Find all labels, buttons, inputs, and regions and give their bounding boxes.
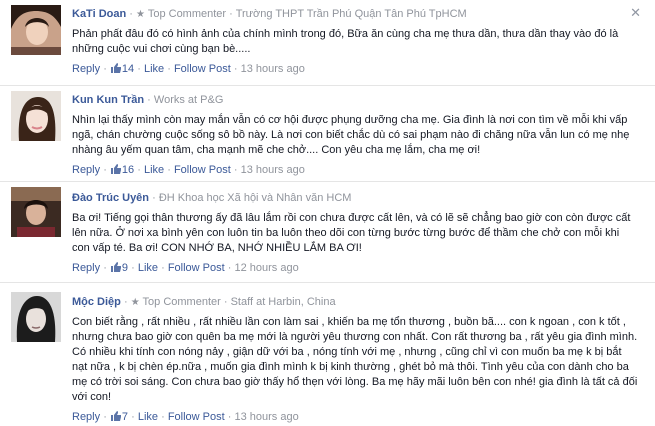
comment: KaTi Doan · ★ Top Commenter · Trường THP… [0, 0, 655, 84]
avatar[interactable] [11, 187, 61, 237]
comment-timestamp[interactable]: 13 hours ago [234, 411, 298, 423]
comment-text: Phản phất đâu đó có hình ảnh của chính m… [72, 28, 619, 55]
like-link[interactable]: Like [144, 164, 164, 176]
follow-post-link[interactable]: Follow Post [168, 262, 225, 274]
commenter-affiliation[interactable]: Works at P&G [154, 94, 223, 106]
thumbs-up-icon [110, 261, 122, 277]
top-commenter-star-icon: ★ [136, 9, 145, 20]
thumbs-up-icon [110, 62, 122, 78]
reply-link[interactable]: Reply [72, 411, 100, 423]
commenter-badge: Top Commenter [142, 296, 221, 308]
comment: Kun Kun Trần · Works at P&G Nhìn lại thấ… [0, 86, 655, 180]
comment: Mộc Diệp · ★ Top Commenter · Staff at Ha… [0, 283, 655, 424]
commenter-affiliation[interactable]: Staff at Harbin, China [231, 296, 336, 308]
comment-timestamp[interactable]: 13 hours ago [241, 164, 305, 176]
commenter-affiliation[interactable]: ĐH Khoa học Xã hội và Nhân văn HCM [159, 192, 352, 204]
comment-timestamp[interactable]: 12 hours ago [234, 262, 298, 274]
like-link[interactable]: Like [144, 63, 164, 75]
thumbs-up-icon [110, 163, 122, 179]
follow-post-link[interactable]: Follow Post [168, 411, 225, 423]
comment-text: Ba ơi! Tiếng gọi thân thương ấy đã lâu l… [72, 212, 631, 254]
follow-post-link[interactable]: Follow Post [174, 63, 231, 75]
like-count[interactable]: 9 [122, 262, 128, 274]
comment-text: Con biết rằng , rất nhiều , rất nhiều lầ… [72, 316, 638, 403]
follow-post-link[interactable]: Follow Post [174, 164, 231, 176]
like-count[interactable]: 7 [122, 411, 128, 423]
avatar[interactable] [11, 292, 61, 342]
avatar[interactable] [11, 91, 61, 141]
commenter-affiliation[interactable]: Trường THPT Trần Phú Quận Tân Phú TpHCM [236, 8, 467, 20]
commenter-badge: Top Commenter [147, 8, 227, 20]
commenter-name[interactable]: KaTi Doan [72, 8, 126, 20]
like-count[interactable]: 16 [122, 164, 134, 176]
comment-body: Kun Kun Trần · Works at P&G Nhìn lại thấ… [72, 93, 639, 177]
top-commenter-star-icon: ★ [130, 297, 140, 308]
comment-body: KaTi Doan · ★ Top Commenter · Trường THP… [72, 7, 639, 76]
like-link[interactable]: Like [138, 411, 158, 423]
commenter-name[interactable]: Đào Trúc Uyên [72, 192, 149, 204]
reply-link[interactable]: Reply [72, 63, 100, 75]
like-link[interactable]: Like [138, 262, 158, 274]
commenter-name[interactable]: Kun Kun Trần [72, 94, 144, 106]
comment: Đào Trúc Uyên · ĐH Khoa học Xã hội và Nh… [0, 182, 655, 281]
commenter-name[interactable]: Mộc Diệp [72, 296, 121, 308]
comment-body: Đào Trúc Uyên · ĐH Khoa học Xã hội và Nh… [72, 191, 639, 275]
comment-timestamp[interactable]: 13 hours ago [241, 63, 305, 75]
like-count[interactable]: 14 [122, 63, 134, 75]
reply-link[interactable]: Reply [72, 262, 100, 274]
comment-text: Nhìn lại thấy mình còn may mắn vẫn có cơ… [72, 114, 630, 156]
comment-body: Mộc Diệp · ★ Top Commenter · Staff at Ha… [72, 295, 639, 424]
reply-link[interactable]: Reply [72, 164, 100, 176]
avatar[interactable] [11, 5, 61, 55]
